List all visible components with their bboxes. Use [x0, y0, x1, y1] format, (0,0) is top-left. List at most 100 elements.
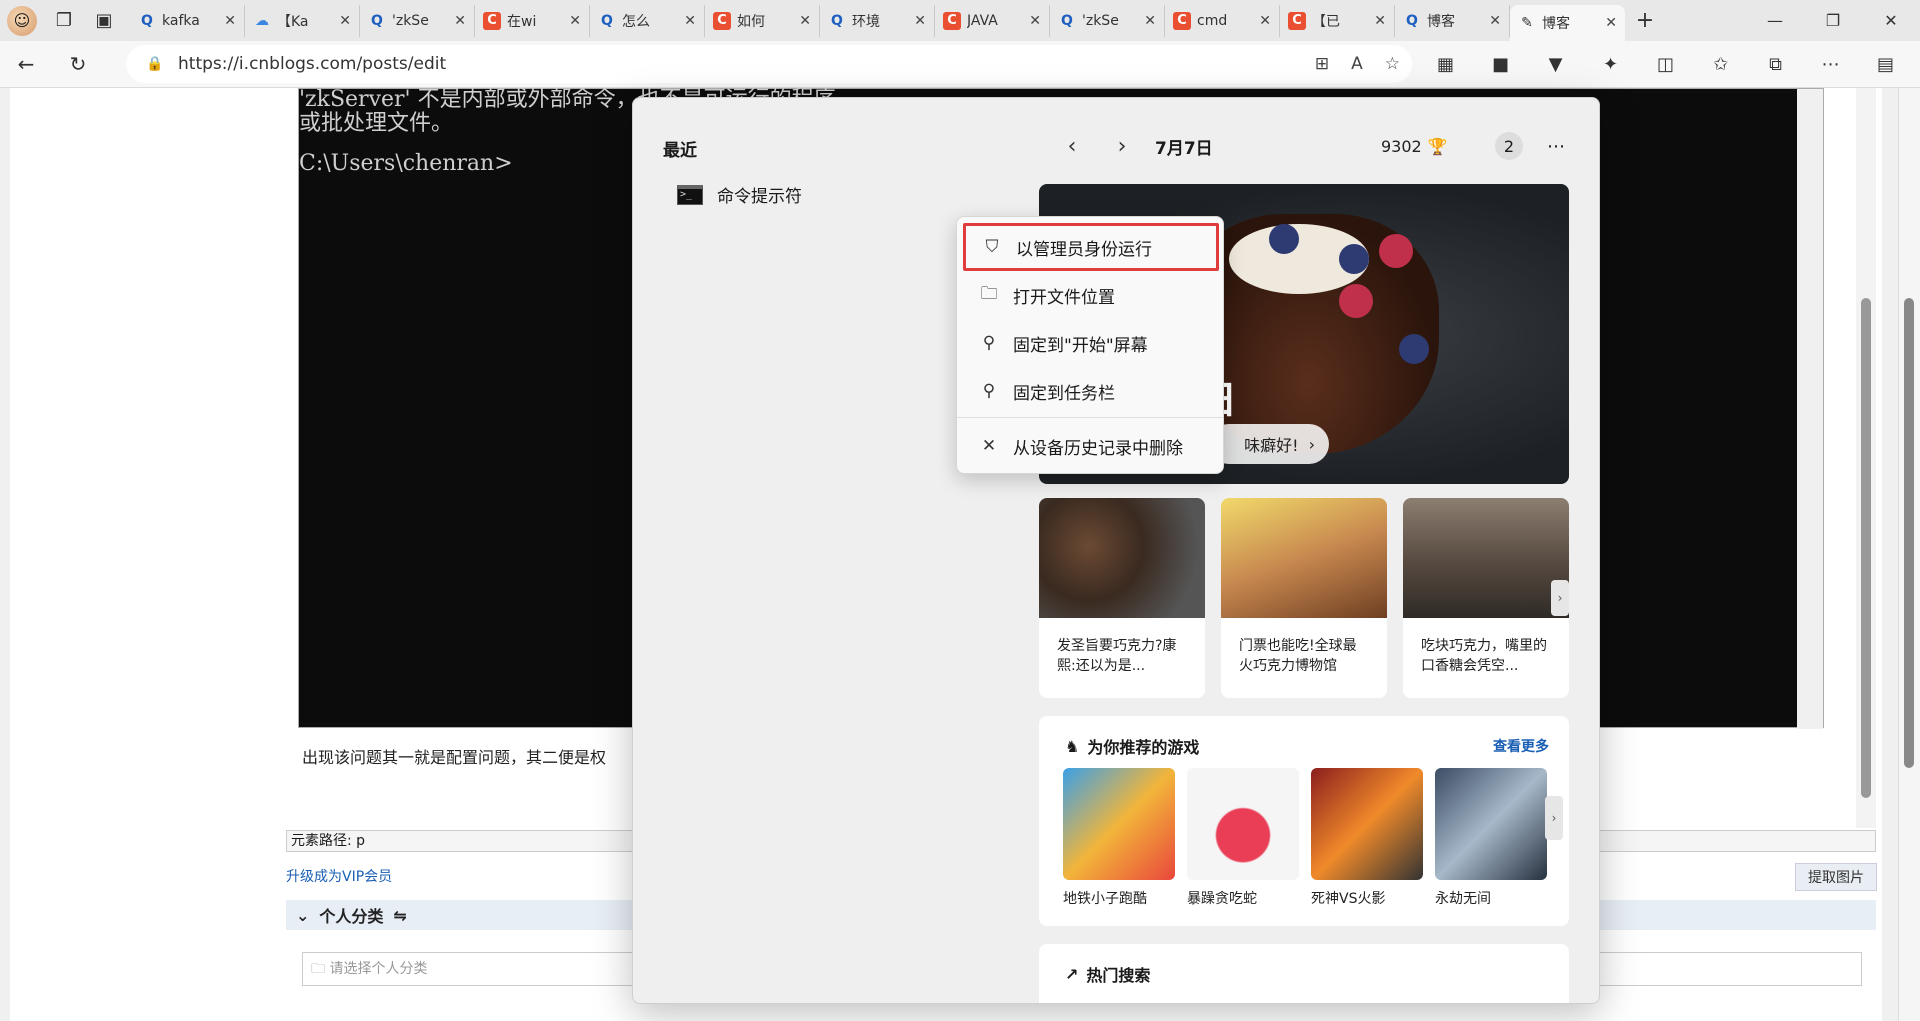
tab-actions-icon[interactable]: ▣	[84, 0, 124, 41]
menu-item-run-as-admin[interactable]: ⛉ 以管理员身份运行	[963, 223, 1219, 271]
csdn-icon: C	[943, 11, 961, 30]
browser-tab[interactable]: C 如何 ✕	[705, 4, 820, 37]
menu-item-label: 固定到"开始"屏幕	[1013, 335, 1148, 356]
sidebar-icon[interactable]: ▤	[1858, 41, 1913, 88]
back-icon[interactable]: ←	[0, 41, 52, 88]
chevron-right-icon[interactable]: ›	[1545, 796, 1563, 840]
game-item[interactable]: 死神VS火影	[1311, 768, 1423, 908]
url-text[interactable]: https://i.cnblogs.com/posts/edit	[178, 54, 446, 74]
blueberry-shape	[1399, 334, 1429, 364]
minimize-icon[interactable]: —	[1746, 0, 1804, 41]
scroll-thumb[interactable]	[1861, 298, 1871, 798]
tab-close-icon[interactable]: ✕	[339, 13, 351, 29]
browser-tab[interactable]: ☁ 【Ka ✕	[245, 4, 360, 37]
command-prompt-icon: >_	[677, 184, 703, 205]
news-title: 门票也能吃!全球最火巧克力博物馆	[1239, 638, 1357, 674]
tab-close-icon[interactable]: ✕	[684, 13, 696, 29]
favorites-icon[interactable]: ✩	[1693, 41, 1748, 88]
game-item[interactable]: 永劫无间	[1435, 768, 1547, 908]
blueberry-shape	[1269, 224, 1299, 254]
chevron-right-icon[interactable]: ›	[1097, 134, 1147, 159]
address-bar[interactable]: 🔒 https://i.cnblogs.com/posts/edit ⊞ A ☆	[126, 45, 1412, 83]
close-window-icon[interactable]: ✕	[1862, 0, 1920, 41]
category-title: 个人分类	[319, 907, 384, 926]
rewards-points[interactable]: 9302 🏆	[1381, 137, 1448, 156]
notification-badge[interactable]: 2	[1495, 132, 1523, 160]
more-icon[interactable]: ⋯	[1803, 41, 1858, 88]
favorite-star-icon[interactable]: ☆	[1385, 54, 1400, 74]
browser-tab[interactable]: C 【已 ✕	[1280, 4, 1395, 37]
extract-images-button[interactable]: 提取图片	[1795, 863, 1877, 891]
browser-tab[interactable]: Q 博客 ✕	[1395, 4, 1510, 37]
tabs: Qkafka ✕ ☁ 【Ka ✕ Q 'zkSe ✕ C 在wi ✕ Q 怎么 ✕ C 如何 ✕ Q 环境 ✕ C JAV…	[124, 0, 1625, 41]
workspaces-icon[interactable]: ❐	[44, 0, 84, 41]
split-screen-icon[interactable]: ◫	[1638, 41, 1693, 88]
tab-label: 'zkSe	[392, 12, 429, 29]
folder-icon: 🗀	[311, 961, 330, 977]
tab-close-icon[interactable]: ✕	[1029, 13, 1041, 29]
recent-item-label: 命令提示符	[717, 187, 802, 207]
tab-close-icon[interactable]: ✕	[1144, 13, 1156, 29]
browser-tab[interactable]: ✎ 博客 ✕	[1510, 5, 1625, 41]
browser-tab[interactable]: Q 'zkSe ✕	[360, 4, 475, 37]
chevron-down-icon[interactable]: ⌄	[296, 906, 309, 925]
game-item[interactable]: 暴躁贪吃蛇	[1187, 768, 1299, 908]
page-scrollbar[interactable]	[1898, 88, 1920, 1021]
games-section: ♞ 为你推荐的游戏 查看更多 地铁小子跑酷 暴躁贪吃蛇 死神VS火影 永劫无间	[1039, 716, 1569, 926]
tab-close-icon[interactable]: ✕	[914, 13, 926, 29]
browser-tab[interactable]: C 在wi ✕	[475, 4, 590, 37]
tab-label: cmd	[1197, 12, 1228, 29]
tab-close-icon[interactable]: ✕	[569, 13, 581, 29]
chevron-left-icon[interactable]: ‹	[1047, 134, 1097, 159]
search-icon: Q	[371, 12, 383, 29]
cnblogs-icon: ✎	[1521, 15, 1533, 31]
news-card[interactable]: 吃块巧克力，嘴里的口香糖会凭空...	[1403, 498, 1569, 698]
menu-item-open-location[interactable]: 🗀 打开文件位置	[963, 271, 1219, 319]
game-item[interactable]: 地铁小子跑酷	[1063, 768, 1175, 908]
hero-pill-button[interactable]: 味癖好! ›	[1209, 424, 1329, 464]
browser-tab[interactable]: Q 环境 ✕	[820, 4, 935, 37]
new-tab-button[interactable]: +	[1625, 0, 1665, 41]
page-scroll-thumb[interactable]	[1904, 298, 1914, 768]
qr-icon[interactable]: ▦	[1418, 41, 1473, 88]
news-card[interactable]: 发圣旨要巧克力?康熙:还以为是...	[1039, 498, 1205, 698]
browser-tab[interactable]: C JAVA ✕	[935, 4, 1050, 37]
tab-close-icon[interactable]: ✕	[1489, 13, 1501, 29]
tab-close-icon[interactable]: ✕	[454, 13, 466, 29]
menu-item-pin-taskbar[interactable]: ⚲ 固定到任务栏	[963, 367, 1219, 415]
restore-icon[interactable]: ❐	[1804, 0, 1862, 41]
profile-button[interactable]: ☺	[0, 0, 44, 41]
recent-item-cmd[interactable]: >_ 命令提示符	[677, 182, 802, 207]
extension-icon[interactable]: ■	[1473, 41, 1528, 88]
read-aloud-icon[interactable]: A	[1351, 54, 1363, 74]
browser-tab[interactable]: Ccmd ✕	[1165, 4, 1280, 37]
tab-close-icon[interactable]: ✕	[1605, 15, 1617, 31]
app-available-icon[interactable]: ⊞	[1315, 54, 1329, 74]
vip-link[interactable]: 升级成为VIP会员	[286, 866, 392, 886]
menu-item-pin-start[interactable]: ⚲ 固定到"开始"屏幕	[963, 319, 1219, 367]
vpn-icon[interactable]: ▼	[1528, 41, 1583, 88]
see-more-link[interactable]: 查看更多	[1493, 736, 1549, 756]
lock-icon[interactable]: 🔒	[146, 56, 164, 72]
collections-icon[interactable]: ⧉	[1748, 41, 1803, 88]
paragraph-text[interactable]: 出现该问题其一就是配置问题，其二便是权	[302, 744, 606, 768]
refresh-icon[interactable]: ↻	[52, 41, 104, 88]
news-card[interactable]: 门票也能吃!全球最火巧克力博物馆	[1221, 498, 1387, 698]
tab-close-icon[interactable]: ✕	[1259, 13, 1271, 29]
chevron-right-icon[interactable]: ›	[1551, 580, 1569, 616]
browser-tab[interactable]: Q 'zkSe ✕	[1050, 4, 1165, 37]
close-icon: ✕	[981, 436, 997, 456]
editor-scrollbar[interactable]	[1856, 88, 1876, 828]
tab-close-icon[interactable]: ✕	[224, 13, 236, 29]
browser-tab[interactable]: Qkafka ✕	[130, 4, 245, 37]
browser-tab[interactable]: Q 怎么 ✕	[590, 4, 705, 37]
extensions-icon[interactable]: ✦	[1583, 41, 1638, 88]
game-image	[1063, 768, 1175, 880]
games-title: 为你推荐的游戏	[1087, 738, 1200, 757]
swap-icon[interactable]: ⇋	[393, 906, 406, 925]
tab-close-icon[interactable]: ✕	[1374, 13, 1386, 29]
menu-item-remove-history[interactable]: ✕ 从设备历史记录中删除	[963, 422, 1219, 470]
more-icon[interactable]: ⋯	[1547, 136, 1565, 157]
tab-close-icon[interactable]: ✕	[799, 13, 811, 29]
chocolate-cake-image	[1221, 498, 1387, 618]
